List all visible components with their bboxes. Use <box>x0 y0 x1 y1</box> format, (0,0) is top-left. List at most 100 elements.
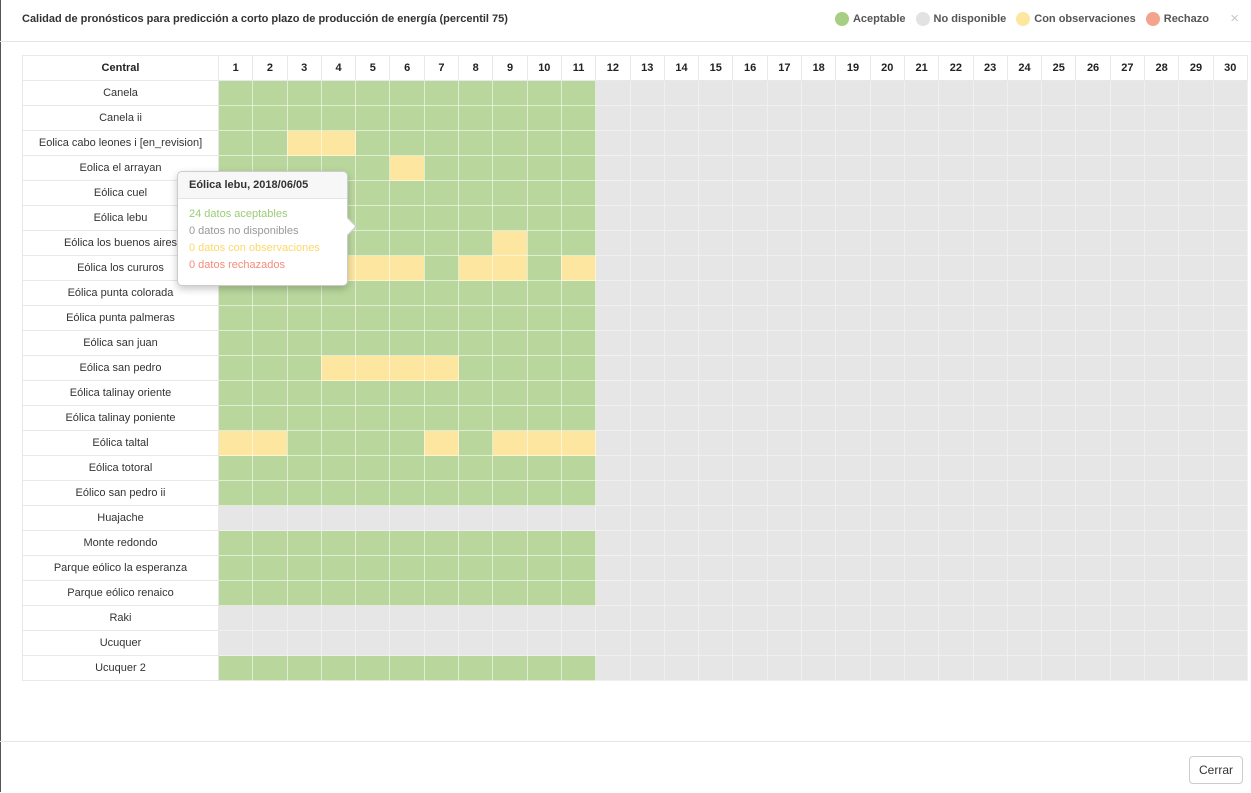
status-cell[interactable] <box>1144 555 1180 581</box>
status-cell[interactable] <box>458 580 494 606</box>
status-cell[interactable] <box>1075 605 1111 631</box>
status-cell[interactable] <box>355 380 391 406</box>
status-cell[interactable] <box>286 580 322 606</box>
status-cell[interactable] <box>1144 180 1180 206</box>
status-cell[interactable] <box>663 255 700 281</box>
status-cell[interactable] <box>629 430 665 456</box>
status-cell[interactable] <box>492 230 528 256</box>
status-cell[interactable] <box>663 305 700 331</box>
status-cell[interactable] <box>595 155 631 181</box>
status-cell[interactable] <box>252 655 288 681</box>
status-cell[interactable] <box>1075 530 1111 556</box>
status-cell[interactable] <box>217 130 254 156</box>
status-cell[interactable] <box>423 255 460 281</box>
status-cell[interactable] <box>423 455 460 481</box>
status-cell[interactable] <box>286 455 322 481</box>
status-cell[interactable] <box>903 355 940 381</box>
status-cell[interactable] <box>1041 280 1077 306</box>
status-cell[interactable] <box>1178 455 1214 481</box>
status-cell[interactable] <box>972 230 1008 256</box>
status-cell[interactable] <box>663 605 700 631</box>
status-cell[interactable] <box>526 355 562 381</box>
status-cell[interactable] <box>458 630 494 656</box>
status-cell[interactable] <box>1212 505 1248 531</box>
status-cell[interactable] <box>389 155 425 181</box>
status-cell[interactable] <box>663 80 700 106</box>
status-cell[interactable] <box>423 630 460 656</box>
status-cell[interactable] <box>217 630 254 656</box>
status-cell[interactable] <box>801 405 837 431</box>
status-cell[interactable] <box>629 630 665 656</box>
status-cell[interactable] <box>1041 530 1077 556</box>
status-cell[interactable] <box>801 455 837 481</box>
status-cell[interactable] <box>1178 580 1214 606</box>
status-cell[interactable] <box>903 655 940 681</box>
status-cell[interactable] <box>766 230 803 256</box>
status-cell[interactable] <box>1144 480 1180 506</box>
status-cell[interactable] <box>1006 380 1043 406</box>
status-cell[interactable] <box>869 605 905 631</box>
status-cell[interactable] <box>320 80 357 106</box>
status-cell[interactable] <box>389 455 425 481</box>
status-cell[interactable] <box>252 430 288 456</box>
status-cell[interactable] <box>938 330 974 356</box>
status-cell[interactable] <box>1109 555 1146 581</box>
status-cell[interactable] <box>458 205 494 231</box>
legend-item-rechazo[interactable]: Rechazo <box>1145 12 1209 26</box>
status-cell[interactable] <box>835 530 871 556</box>
status-cell[interactable] <box>938 530 974 556</box>
status-cell[interactable] <box>698 280 734 306</box>
status-cell[interactable] <box>1006 205 1043 231</box>
status-cell[interactable] <box>1178 480 1214 506</box>
status-cell[interactable] <box>663 105 700 131</box>
status-cell[interactable] <box>217 605 254 631</box>
status-cell[interactable] <box>869 430 905 456</box>
status-cell[interactable] <box>766 180 803 206</box>
status-cell[interactable] <box>560 255 597 281</box>
status-cell[interactable] <box>629 555 665 581</box>
status-cell[interactable] <box>1144 505 1180 531</box>
status-cell[interactable] <box>1212 155 1248 181</box>
status-cell[interactable] <box>698 480 734 506</box>
status-cell[interactable] <box>698 630 734 656</box>
status-cell[interactable] <box>1041 480 1077 506</box>
status-cell[interactable] <box>389 530 425 556</box>
status-cell[interactable] <box>1144 155 1180 181</box>
status-cell[interactable] <box>320 480 357 506</box>
status-cell[interactable] <box>526 630 562 656</box>
status-cell[interactable] <box>903 230 940 256</box>
status-cell[interactable] <box>320 130 357 156</box>
status-cell[interactable] <box>698 255 734 281</box>
status-cell[interactable] <box>217 655 254 681</box>
status-cell[interactable] <box>766 630 803 656</box>
status-cell[interactable] <box>972 480 1008 506</box>
status-cell[interactable] <box>217 455 254 481</box>
status-cell[interactable] <box>252 80 288 106</box>
status-cell[interactable] <box>389 605 425 631</box>
status-cell[interactable] <box>972 355 1008 381</box>
status-cell[interactable] <box>286 430 322 456</box>
status-cell[interactable] <box>869 105 905 131</box>
status-cell[interactable] <box>1212 280 1248 306</box>
status-cell[interactable] <box>355 180 391 206</box>
status-cell[interactable] <box>286 330 322 356</box>
status-cell[interactable] <box>903 380 940 406</box>
status-cell[interactable] <box>1144 255 1180 281</box>
status-cell[interactable] <box>1041 105 1077 131</box>
status-cell[interactable] <box>869 505 905 531</box>
status-cell[interactable] <box>1075 180 1111 206</box>
status-cell[interactable] <box>458 80 494 106</box>
status-cell[interactable] <box>526 180 562 206</box>
status-cell[interactable] <box>1144 280 1180 306</box>
status-cell[interactable] <box>389 130 425 156</box>
status-cell[interactable] <box>835 380 871 406</box>
status-cell[interactable] <box>423 380 460 406</box>
status-cell[interactable] <box>286 405 322 431</box>
status-cell[interactable] <box>1006 555 1043 581</box>
status-cell[interactable] <box>869 355 905 381</box>
status-cell[interactable] <box>595 305 631 331</box>
status-cell[interactable] <box>1178 630 1214 656</box>
status-cell[interactable] <box>1109 205 1146 231</box>
status-cell[interactable] <box>903 605 940 631</box>
status-cell[interactable] <box>1041 255 1077 281</box>
